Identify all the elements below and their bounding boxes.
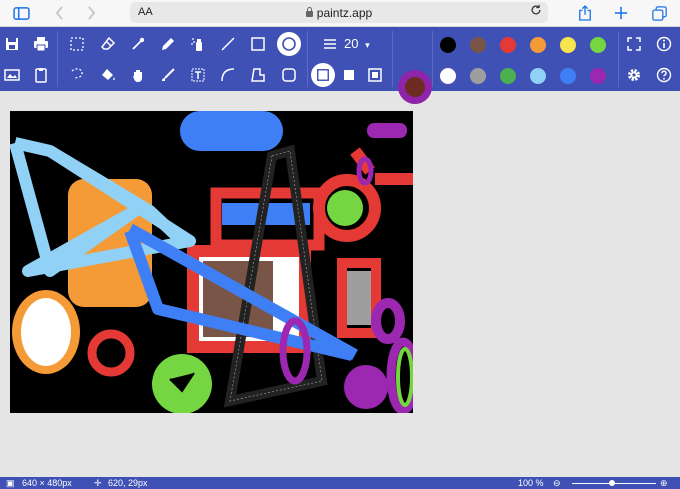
open-image-icon[interactable] [0,63,24,87]
pan-hand-icon[interactable] [126,63,150,87]
drawing-canvas[interactable] [9,111,420,415]
fill-bucket-icon[interactable] [96,63,120,87]
rect-select-icon[interactable] [65,32,89,56]
color-swatch[interactable] [440,68,456,84]
rectangle-tool-icon[interactable] [246,32,270,56]
line-width-icon [320,32,340,56]
outline-and-fill-option[interactable] [363,63,387,87]
ellipse-tool-icon[interactable] [277,32,301,56]
cursor-position-text: 620, 29px [108,478,148,488]
save-icon[interactable] [0,32,24,56]
image-icon: ▣ [6,478,15,488]
toolbar-divider [392,31,393,87]
settings-gear-icon[interactable] [622,63,646,87]
paste-icon[interactable] [29,63,53,87]
sidebar-icon[interactable] [12,4,30,22]
color-swatch[interactable] [590,37,606,53]
fill-only-option[interactable] [337,63,361,87]
freeform-select-icon[interactable] [65,63,89,87]
forward-icon[interactable] [82,4,100,22]
current-color-indicator[interactable] [398,70,432,104]
color-swatch[interactable] [560,37,576,53]
color-swatch[interactable] [470,68,486,84]
back-icon[interactable] [50,4,68,22]
color-swatch[interactable] [500,37,516,53]
pencil-icon[interactable] [156,32,180,56]
color-swatch[interactable] [560,68,576,84]
fullscreen-icon[interactable] [622,32,646,56]
color-swatch[interactable] [440,37,456,53]
status-bar: ▣ 640 × 480px ✛ 620, 29px 100 % ⊖ ⊕ [0,477,680,489]
toolbar-divider [307,31,308,87]
cursor-icon: ✛ [94,478,102,488]
new-tab-icon[interactable] [612,4,630,22]
chevron-down-icon: ▾ [365,40,370,50]
color-swatch[interactable] [590,68,606,84]
zoom-slider-handle[interactable] [609,480,615,486]
lock-icon [305,7,313,17]
toolbar-divider [618,31,619,87]
toolbar-divider [432,31,433,87]
color-swatch[interactable] [530,68,546,84]
zoom-in-icon[interactable]: ⊕ [660,478,668,489]
spray-can-icon[interactable] [186,32,210,56]
line-tool-icon[interactable] [216,32,240,56]
print-icon[interactable] [29,32,53,56]
help-icon[interactable] [652,63,676,87]
color-swatch[interactable] [530,37,546,53]
brush-size-select[interactable]: 20 ▾ [344,36,370,51]
color-swatch[interactable] [470,37,486,53]
browser-toolbar: AA paintz.app [0,0,680,27]
rounded-rect-tool-icon[interactable] [277,63,301,87]
address-bar[interactable]: AA paintz.app [130,2,548,23]
tabs-overview-icon[interactable] [650,4,668,22]
info-icon[interactable] [652,32,676,56]
polygon-tool-icon[interactable] [246,63,270,87]
paint-toolbar: 20 ▾ [0,27,680,104]
brush-size-value: 20 [344,36,359,51]
eraser-icon[interactable] [96,32,120,56]
canvas-artwork [9,111,420,415]
eyedropper-icon[interactable] [126,32,150,56]
share-icon[interactable] [576,4,594,22]
outline-only-option[interactable] [311,63,335,87]
zoom-level-text: 100 % [518,478,544,488]
fill-color-indicator [405,77,425,97]
text-tool-icon[interactable] [186,63,210,87]
curve-tool-icon[interactable] [216,63,240,87]
url-text: paintz.app [316,6,373,20]
zoom-out-icon[interactable]: ⊖ [553,478,561,489]
toolbar-divider [57,31,58,87]
canvas-size-text: 640 × 480px [22,478,72,488]
color-swatch[interactable] [500,68,516,84]
reload-icon[interactable] [530,4,542,19]
brush-icon[interactable] [156,63,180,87]
